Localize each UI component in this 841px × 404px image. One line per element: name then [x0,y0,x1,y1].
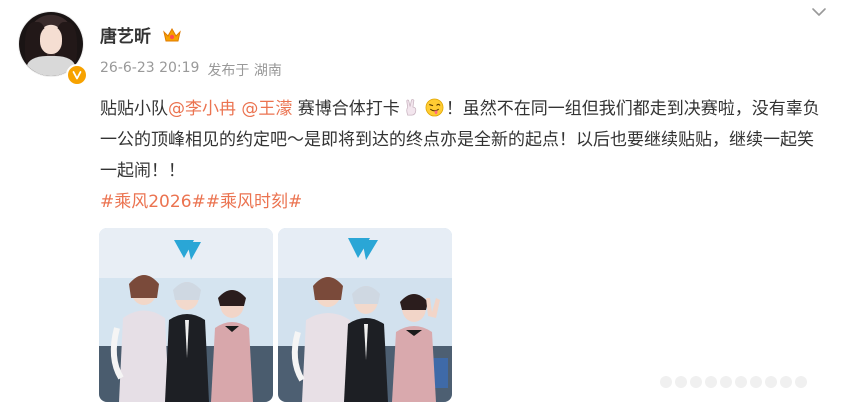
crown-icon[interactable] [162,26,182,44]
photo-1-illustration [99,228,273,402]
avatar-face [40,26,62,54]
post-photo-1[interactable] [99,228,273,402]
post-text: 贴贴小队@李小冉 @王濛 赛博合体打卡 ！虽然不在同一组但我们都走到决赛啦，没有… [100,94,820,218]
post-source: 发布于 湖南 [207,63,282,79]
watermark-dots [660,376,807,388]
victory-hand-emoji [406,99,417,116]
photo-2-illustration [278,228,452,402]
chevron-down-icon[interactable] [811,6,827,18]
post-text-seg2: 赛博合体打卡 [292,99,400,119]
username[interactable]: 唐艺昕 [100,22,151,47]
mention-li-xiaoran[interactable]: @李小冉 [168,99,236,119]
weibo-post-card: 唐艺昕 26-6-23 20:19 发布于 湖南 贴贴小队@李小冉 @王濛 赛博… [0,0,841,404]
post-time[interactable]: 26-6-23 20:19 [100,60,199,80]
post-text-seg1: 贴贴小队 [100,99,168,119]
tongue-wink-emoji [425,98,444,117]
post-photo-2[interactable] [278,228,452,402]
hashtag-chengfeng-2026[interactable]: #乘风2026# [100,192,206,212]
hashtag-chengfeng-moment[interactable]: #乘风时刻# [206,192,303,212]
post-meta: 26-6-23 20:19 发布于 湖南 [100,60,282,80]
mention-wang-meng[interactable]: @王濛 [241,99,292,119]
verified-badge-icon [66,64,88,86]
